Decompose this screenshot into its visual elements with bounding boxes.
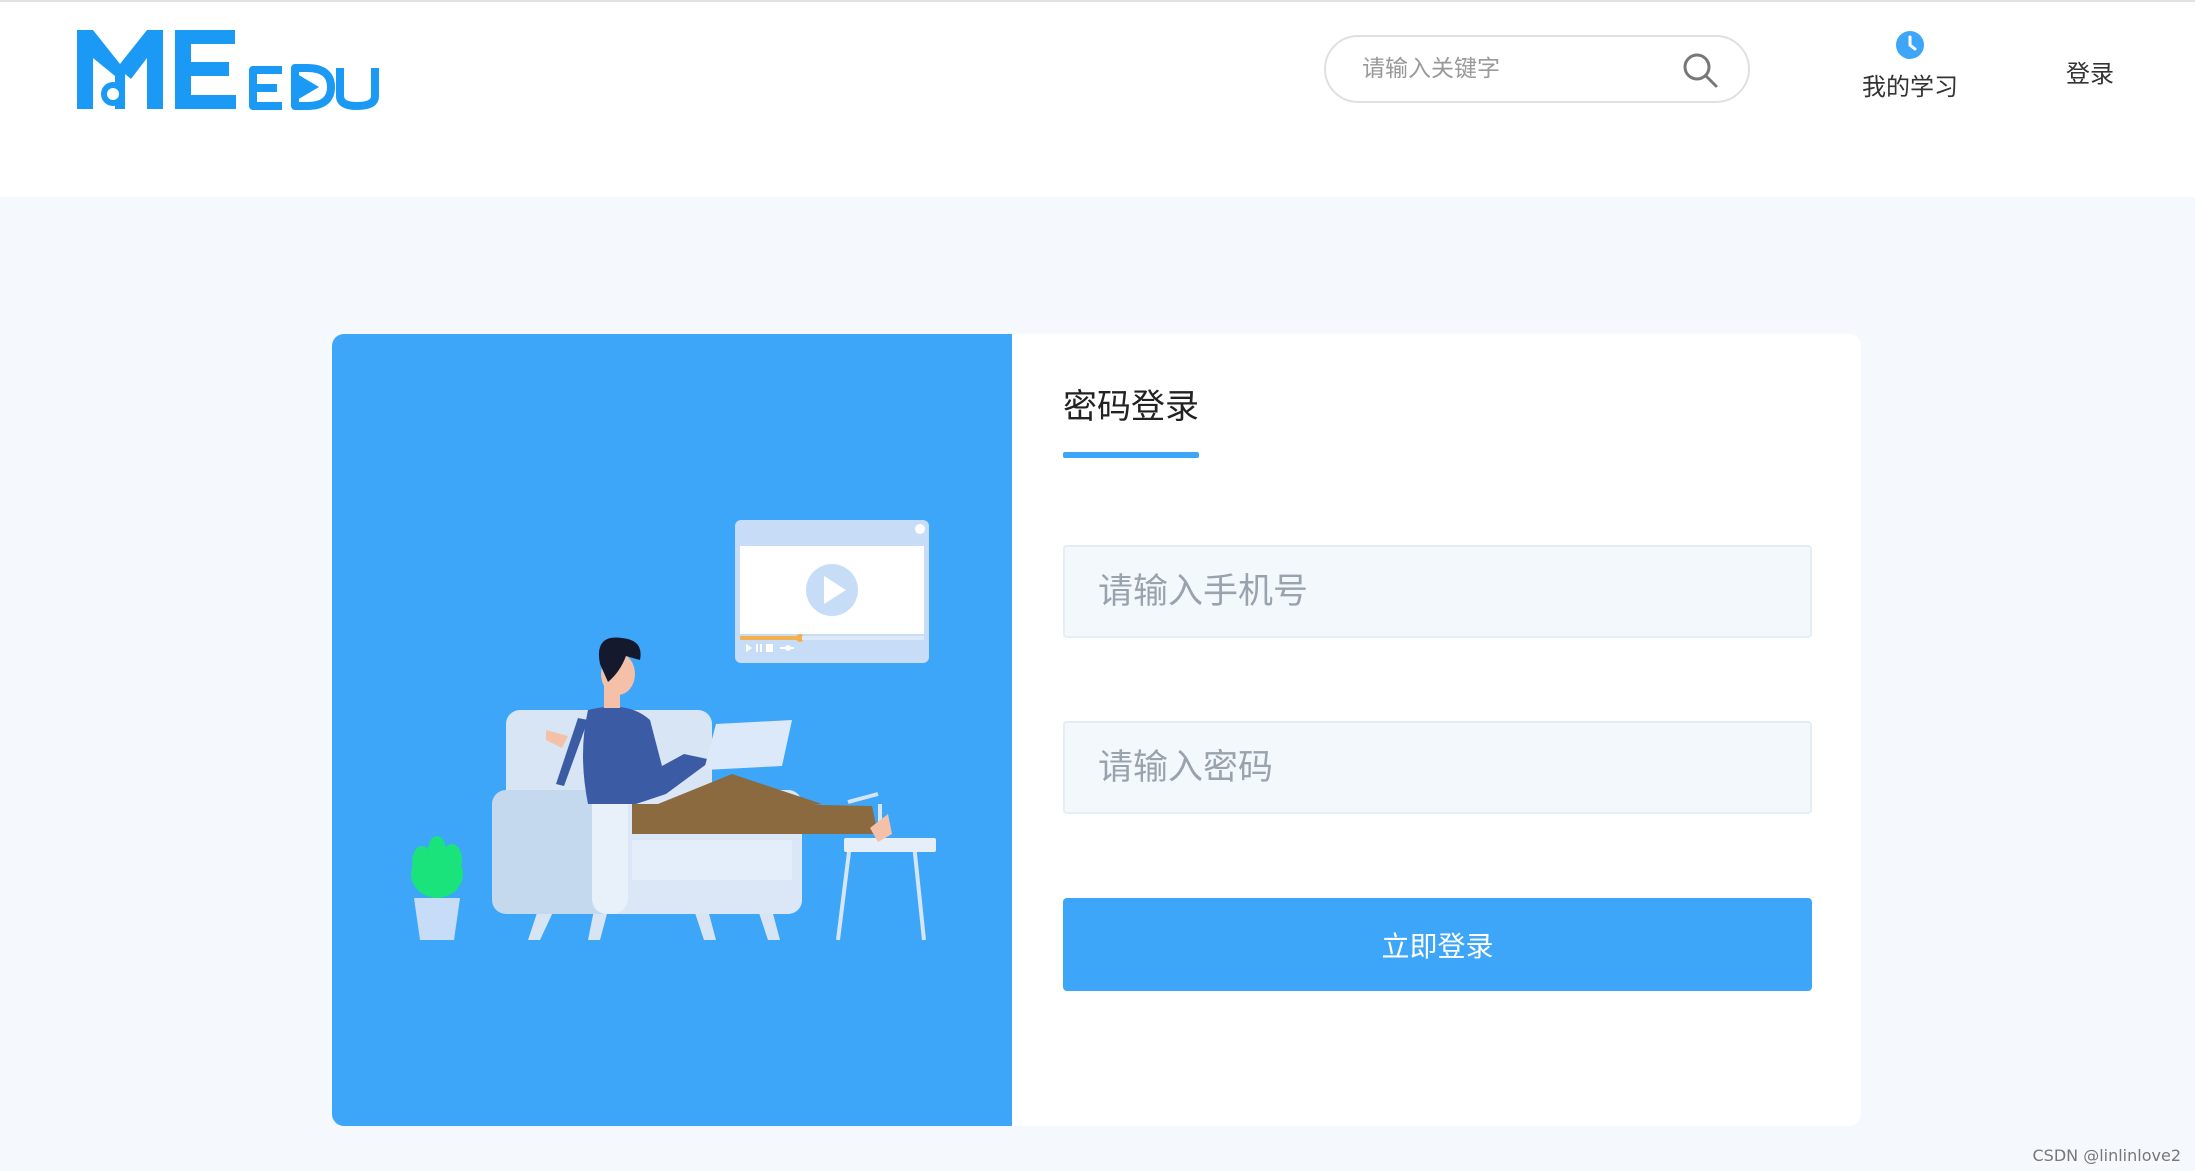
clock-icon xyxy=(1896,31,1924,59)
search-box xyxy=(1324,35,1750,103)
video-player-illustration xyxy=(735,520,929,663)
login-form-panel: 密码登录 立即登录 xyxy=(1012,334,1861,1126)
login-submit-button[interactable]: 立即登录 xyxy=(1063,898,1812,991)
password-input[interactable] xyxy=(1063,721,1812,814)
tab-active-indicator xyxy=(1063,452,1199,458)
search-icon[interactable] xyxy=(1681,51,1719,89)
login-link[interactable]: 登录 xyxy=(2066,54,2114,89)
phone-input[interactable] xyxy=(1063,545,1812,638)
study-illustration xyxy=(411,520,936,941)
my-study-label: 我的学习 xyxy=(1862,73,1958,101)
tab-password-login[interactable]: 密码登录 xyxy=(1063,379,1199,428)
meedu-logo[interactable] xyxy=(75,24,395,114)
my-study-link[interactable]: 我的学习 xyxy=(1855,30,1965,110)
login-card: 密码登录 立即登录 xyxy=(332,334,1861,1126)
plant-illustration xyxy=(411,836,463,940)
top-header: 我的学习 登录 xyxy=(0,0,2195,197)
watermark: CSDN @linlinlove2 xyxy=(2032,1146,2182,1165)
illustration-panel xyxy=(332,334,1012,1126)
search-input[interactable] xyxy=(1360,37,1680,101)
